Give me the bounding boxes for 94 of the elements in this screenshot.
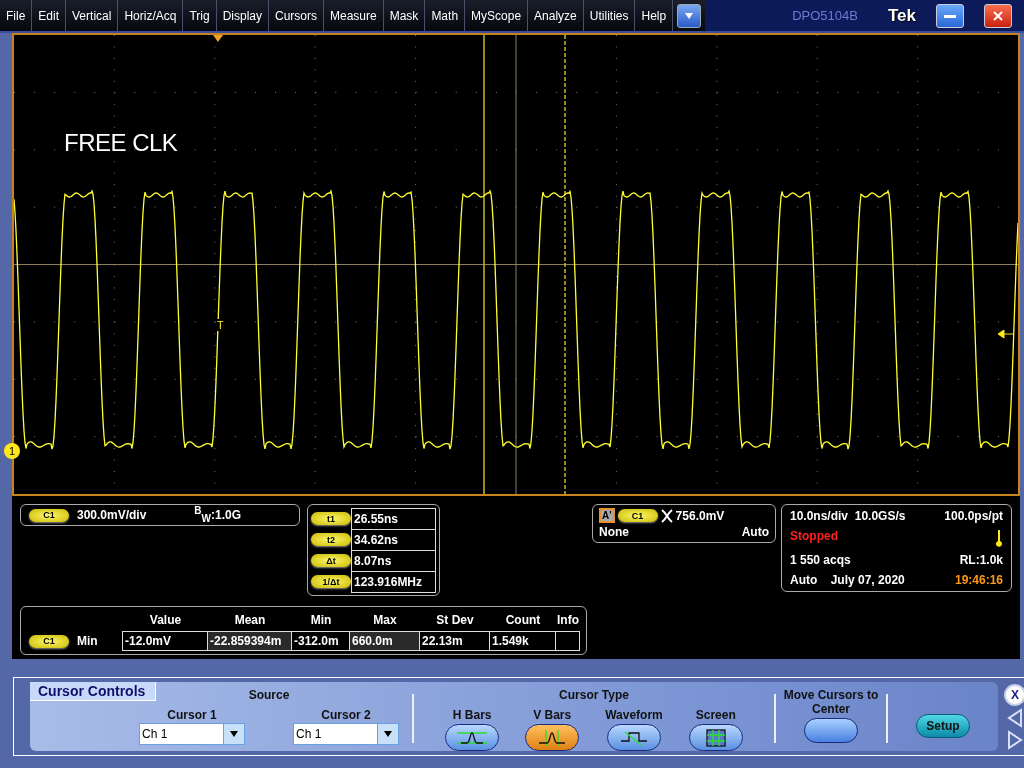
cursor-value: 8.07ns: [351, 550, 436, 572]
caret-icon: [685, 13, 694, 19]
column-header: St Dev: [435, 613, 475, 629]
dropdown-button[interactable]: [677, 4, 702, 28]
menu-item[interactable]: Utilities: [583, 0, 636, 31]
trigger-source: A': [599, 508, 615, 523]
screen-label: FREE CLK: [64, 129, 178, 157]
table-cell: 660.0m: [349, 631, 420, 651]
model-name: DPO5104B: [792, 8, 858, 23]
field-label: Cursor 1: [167, 708, 217, 722]
menu-item[interactable]: Help: [635, 0, 674, 31]
trigger-position-icon[interactable]: [213, 35, 223, 42]
menu-item[interactable]: Measure: [324, 0, 384, 31]
clock-readout: 19:46:16: [954, 573, 1003, 587]
acquisition-status: Stopped: [790, 529, 839, 545]
section-heading: Cursor Type: [559, 688, 629, 702]
caret-icon: [230, 731, 238, 737]
close-button[interactable]: X: [1004, 684, 1024, 706]
channel-badge: C1: [29, 634, 69, 648]
table-cell: -312.0m: [291, 631, 350, 651]
cursor-type-button[interactable]: [688, 724, 743, 751]
option-label: Screen: [695, 708, 736, 722]
cursor-value: 26.55ns: [351, 508, 436, 530]
caret-icon: [384, 731, 392, 737]
column-header: Info: [556, 613, 580, 629]
field-label: Cursor 2: [321, 708, 371, 722]
section-heading: Source: [248, 688, 290, 702]
cursor-badge: 1/Δt: [311, 575, 351, 588]
cursor-line[interactable]: [564, 35, 566, 494]
column-header: Min: [309, 613, 333, 629]
menu-item[interactable]: MyScope: [465, 0, 529, 31]
time-resolution: 100.0ps/pt: [944, 509, 1003, 523]
channel-badge: C1: [29, 508, 69, 522]
table-cell: 1.549k: [489, 631, 556, 651]
column-header: Mean: [233, 613, 267, 629]
cursor-value: 123.916MHz: [351, 571, 436, 593]
acquisition-count: 1 550 acqs: [790, 553, 852, 567]
date-readout: Auto July 07, 2020: [790, 573, 906, 587]
cursor-badge: Δt: [311, 554, 351, 567]
close-icon: [993, 11, 1003, 21]
column-header: Value: [148, 613, 183, 629]
menu-item[interactable]: Mask: [383, 0, 426, 31]
source-dropdown[interactable]: Ch 1: [139, 723, 245, 745]
menu-item[interactable]: Cursors: [269, 0, 324, 31]
vertical-scale: 300.0mV/div: [77, 508, 147, 522]
brand-logo: Tek: [887, 5, 916, 26]
cursor-type-button[interactable]: [525, 724, 580, 751]
menu-item[interactable]: Trig: [183, 0, 217, 31]
option-label: V Bars: [533, 708, 572, 722]
close-button[interactable]: [984, 4, 1012, 28]
cursor-type-button[interactable]: [445, 724, 500, 751]
trigger-level: 756.0mV: [675, 508, 725, 523]
column-header: Count: [504, 613, 542, 629]
horizontal-scale: 10.0ns/div 10.0GS/s: [790, 509, 907, 523]
minimize-button[interactable]: [936, 4, 964, 28]
channel-badge: C1: [617, 509, 658, 522]
grid-icon: [704, 728, 727, 747]
menu-item[interactable]: Horiz/Acq: [118, 0, 184, 31]
panel-title: Cursor Controls: [30, 682, 157, 701]
cursor-value: 34.62ns: [351, 529, 436, 551]
menu-item[interactable]: Vertical: [66, 0, 119, 31]
table-cell: [555, 631, 580, 651]
left-arrow-icon[interactable]: [1007, 708, 1023, 728]
trigger-coupling: None: [599, 525, 629, 539]
edge-icon: [660, 508, 673, 523]
minimize-icon: [944, 14, 956, 18]
menu-item[interactable]: Display: [216, 0, 269, 31]
trigger-level-arrow-icon[interactable]: [997, 329, 1015, 339]
table-cell: -22.859394m: [207, 631, 292, 651]
column-header: Max: [372, 613, 398, 629]
cursor-badge: t2: [311, 533, 351, 546]
record-length: RL:1.0k: [959, 553, 1003, 567]
table-cell: -12.0mV: [122, 631, 208, 651]
right-arrow-icon[interactable]: [1007, 730, 1023, 750]
option-label: H Bars: [452, 708, 492, 722]
cursor-type-button[interactable]: [607, 724, 661, 751]
button-label: Move Cursors to Center: [782, 688, 880, 716]
acquisition-readout[interactable]: 10.0ns/div 10.0GS/s 100.0ps/pt Stopped 1 550 acqs RL:1.0k Auto July 07, 2020 19:46:16: [781, 504, 1012, 592]
source-dropdown[interactable]: Ch 1: [293, 723, 399, 745]
menu-item[interactable]: Analyze: [528, 0, 584, 31]
option-label: Waveform: [605, 708, 663, 722]
menu-item[interactable]: File: [0, 0, 33, 31]
trigger-mode: Auto: [741, 525, 769, 539]
measurement-name: Min: [77, 634, 98, 648]
trigger-marker: T: [217, 319, 224, 331]
menu-item[interactable]: Math: [425, 0, 466, 31]
table-cell: 22.13m: [419, 631, 490, 651]
move-cursors-button[interactable]: [804, 718, 858, 743]
menu-item[interactable]: Edit: [32, 0, 67, 31]
setup-button[interactable]: Setup: [916, 714, 970, 738]
channel-marker[interactable]: 1: [4, 443, 20, 459]
cursor-badge: t1: [311, 512, 351, 525]
trigger-readout[interactable]: A' C1 756.0mV None Auto: [592, 504, 776, 543]
thermometer-icon: [995, 529, 1003, 547]
